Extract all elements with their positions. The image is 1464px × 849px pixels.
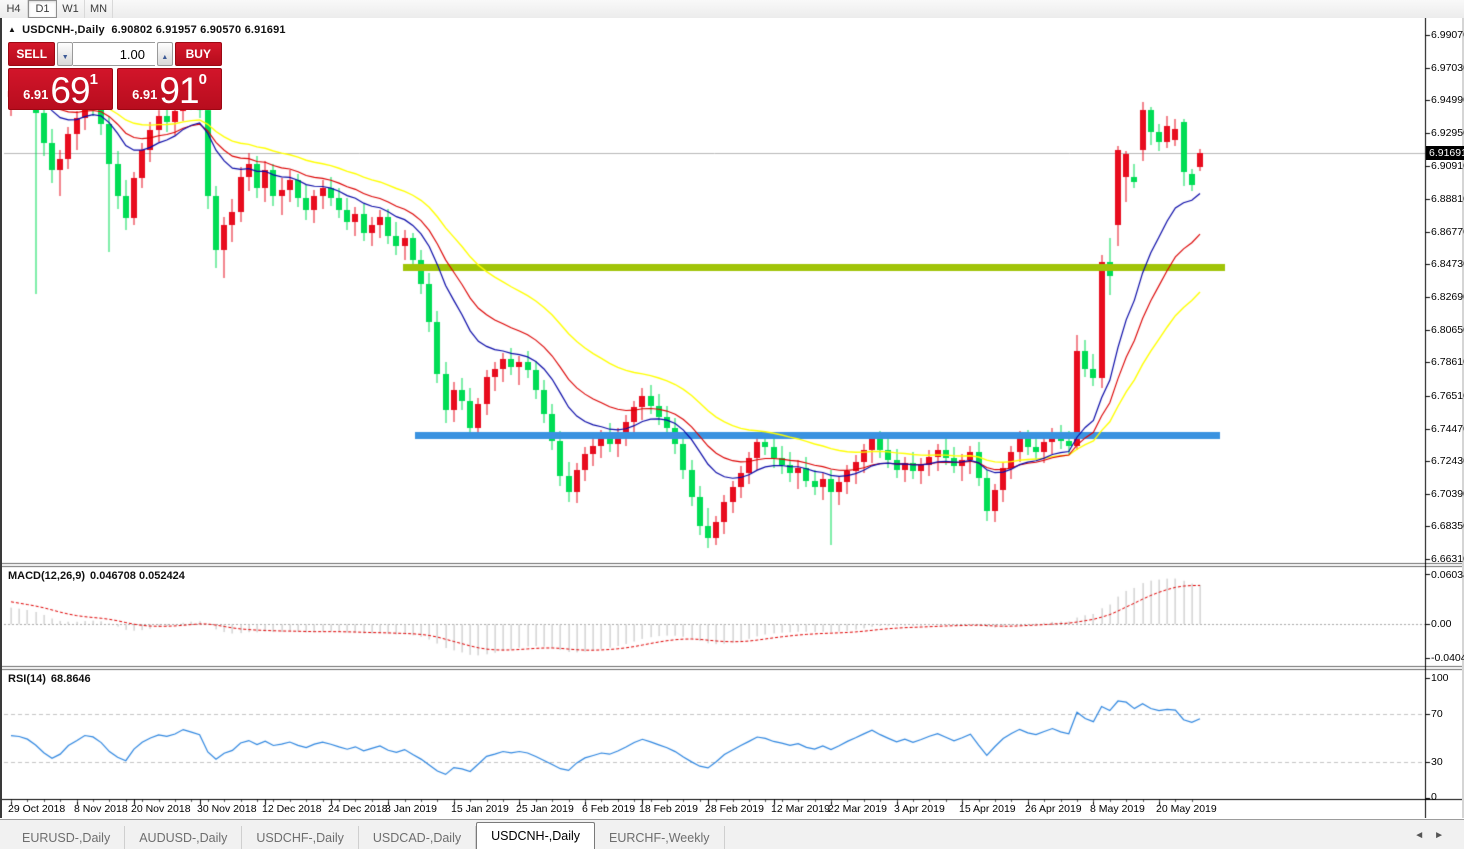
date-axis-label: 6 Feb 2019 (582, 803, 636, 815)
rsi-indicator-label: RSI(14) 68.8646 (8, 673, 91, 685)
date-axis-label: 30 Nov 2018 (197, 803, 257, 815)
tab-usdchf-daily[interactable]: USDCHF-,Daily (242, 826, 359, 849)
trade-quotes-row: 6.91 69 1 6.91 91 0 (8, 68, 222, 110)
tab-scroll-right-icon[interactable]: ► (1434, 830, 1454, 841)
trading-terminal-screen: H4 D1 W1 MN ▲ USDCNH-,Daily 6.90802 6.91957 … (0, 0, 1464, 849)
price-axis-label: 6.84730 (1431, 258, 1464, 271)
sell-price-pip-digit: 1 (89, 71, 98, 88)
date-axis-label: 12 Dec 2018 (262, 803, 322, 815)
price-axis-label: 6.88810 (1431, 193, 1464, 206)
date-axis-label: 8 Nov 2018 (74, 803, 128, 815)
sell-price-display[interactable]: 6.91 69 1 (8, 68, 113, 110)
tab-audusd-daily[interactable]: AUDUSD-,Daily (125, 826, 243, 849)
date-axis-label: 8 May 2019 (1090, 803, 1145, 815)
buy-price-prefix: 6.91 (132, 87, 158, 102)
price-axis-label: 6.74470 (1431, 422, 1464, 435)
date-axis-label: 29 Oct 2018 (8, 803, 66, 815)
date-axis-label: 25 Jan 2019 (516, 803, 574, 815)
price-axis-label: 6.94990 (1431, 94, 1464, 107)
date-axis-label: 24 Dec 2018 (328, 803, 388, 815)
buy-price-big-digits: 91 (159, 70, 199, 111)
tab-usdcnh-daily[interactable]: USDCNH-,Daily (476, 822, 596, 849)
rsi-axis-label: 100 (1431, 672, 1449, 684)
price-axis-label: 6.82690 (1431, 291, 1464, 303)
chart-ohlc-values: 6.90802 6.91957 6.90570 6.91691 (111, 24, 286, 36)
price-axis-label: 6.76510 (1431, 389, 1464, 402)
date-axis-label: 15 Apr 2019 (959, 803, 1016, 815)
timeframe-button-d1[interactable]: D1 (28, 0, 57, 18)
chevron-up-icon: ▲ (161, 53, 169, 61)
current-price-box: 6.91691 (1426, 146, 1464, 160)
rsi-axis-label: 0 (1431, 791, 1437, 803)
timeframe-buttons: H4 D1 W1 MN (0, 0, 113, 18)
one-click-trading-panel: SELL ▼ ▲ BUY 6.91691 6.91910 (8, 42, 222, 110)
collapse-triangle-icon[interactable]: ▲ (8, 25, 16, 34)
rsi-name: RSI(14) (8, 673, 46, 685)
price-axis-label: 6.80650 (1431, 323, 1464, 336)
chart-symbol-label: USDCNH-,Daily (22, 24, 105, 36)
date-axis-label: 3 Apr 2019 (894, 803, 945, 815)
timeframe-toolbar: H4 D1 W1 MN (0, 0, 1464, 19)
macd-axis-label: -0.040415 (1431, 652, 1464, 664)
tab-eurchf-weekly[interactable]: EURCHF-,Weekly (595, 826, 725, 849)
price-axis-label: 6.78610 (1431, 356, 1464, 369)
date-axis-label: 22 Mar 2019 (828, 803, 887, 815)
volume-increase-button[interactable]: ▲ (157, 42, 173, 66)
macd-values: 0.046708 0.052424 (90, 570, 185, 582)
date-axis-label: 3 Jan 2019 (385, 803, 437, 815)
macd-axis-label: 0.060342 (1431, 569, 1464, 581)
timeframe-button-w1[interactable]: W1 (57, 0, 85, 18)
rsi-axis-label: 70 (1431, 708, 1443, 720)
macd-axis-label: 0.00 (1431, 618, 1452, 630)
date-axis-label: 18 Feb 2019 (639, 803, 698, 815)
buy-button[interactable]: BUY (174, 42, 222, 66)
price-axis-label: 6.97030 (1431, 61, 1464, 74)
sell-price-prefix: 6.91 (23, 87, 49, 102)
window-left-border (0, 18, 2, 818)
price-axis-label: 6.99070 (1431, 29, 1464, 41)
chart-title: ▲ USDCNH-,Daily 6.90802 6.91957 6.90570 6… (8, 24, 286, 36)
buy-price-pip-digit: 0 (198, 71, 207, 88)
symbol-tab-bar: EURUSD-,Daily AUDUSD-,Daily USDCHF-,Daily U… (0, 819, 1464, 849)
price-axis-label: 6.68350 (1431, 520, 1464, 533)
timeframe-button-mn[interactable]: MN (85, 0, 113, 18)
chevron-down-icon: ▼ (61, 53, 69, 61)
tab-eurusd-daily[interactable]: EURUSD-,Daily (8, 826, 126, 849)
trade-controls-row: SELL ▼ ▲ BUY (8, 42, 222, 66)
buy-price-display[interactable]: 6.91 91 0 (117, 68, 222, 110)
sell-price-big-digits: 69 (50, 70, 90, 111)
tab-scroll-left-icon[interactable]: ◄ (1414, 830, 1434, 841)
tab-scroll-arrows: ◄► (1414, 830, 1454, 841)
tab-usdcad-daily[interactable]: USDCAD-,Daily (359, 826, 477, 849)
price-axis-label: 6.70390 (1431, 487, 1464, 500)
rsi-axis-label: 30 (1431, 756, 1443, 768)
price-axis-label: 6.66310 (1431, 553, 1464, 566)
rsi-value: 68.8646 (50, 673, 91, 685)
price-axis-label: 6.72430 (1431, 455, 1464, 468)
macd-name: MACD(12,26,9) (8, 570, 86, 582)
date-axis-label: 20 Nov 2018 (131, 803, 191, 815)
volume-input[interactable] (73, 42, 155, 66)
timeframe-button-h4[interactable]: H4 (0, 0, 28, 18)
date-axis-label: 26 Apr 2019 (1025, 803, 1082, 815)
price-axis-label: 6.86770 (1431, 225, 1464, 238)
sell-button[interactable]: SELL (8, 42, 56, 66)
date-axis-label: 15 Jan 2019 (451, 803, 509, 815)
price-chart-canvas[interactable] (0, 18, 1464, 818)
price-axis-label: 6.90910 (1431, 159, 1464, 172)
date-axis-label: 20 May 2019 (1156, 803, 1217, 815)
date-axis-label: 28 Feb 2019 (705, 803, 764, 815)
price-axis-label: 6.92950 (1431, 126, 1464, 139)
macd-indicator-label: MACD(12,26,9) 0.046708 0.052424 (8, 570, 185, 582)
symbol-tabs: EURUSD-,Daily AUDUSD-,Daily USDCHF-,Daily U… (0, 820, 725, 849)
date-axis-label: 12 Mar 2019 (771, 803, 830, 815)
volume-decrease-button[interactable]: ▼ (57, 42, 73, 66)
